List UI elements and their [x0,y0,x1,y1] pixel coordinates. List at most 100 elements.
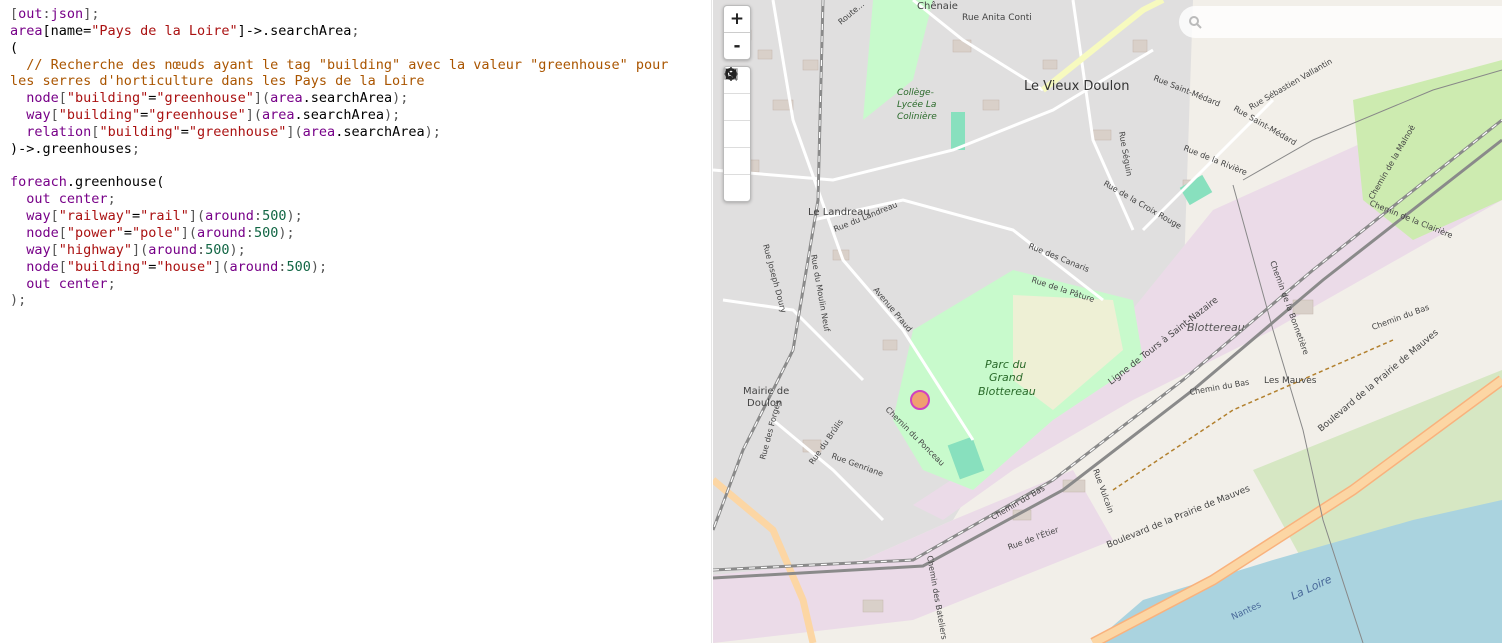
code-token: area [10,22,43,39]
code-token: ]( [213,258,230,275]
code-token: area [262,107,295,124]
map-view[interactable]: Chênaie Rue Anita Conti Collège- Lycée L… [713,0,1502,643]
code-token: )->.greenhouses [10,140,132,157]
code-token: json [50,6,84,22]
code-token: [ [58,258,67,275]
code-token: ); [310,258,328,275]
code-line: way["railway"="rail"](around:500); [10,208,700,225]
code-token: node [26,224,59,241]
label-mairie-1: Mairie de [743,386,789,397]
label-college-2: Lycée La [897,99,936,110]
code-token: center [58,191,108,208]
code-token: out [26,275,51,292]
code-token: "building" [66,258,149,275]
code-token: : [197,241,206,258]
code-line: node["building"="house"](around:500); [10,259,700,276]
code-token: "building" [99,123,181,140]
label-les-mauves: Les Mauves [1264,376,1317,386]
code-token: "house" [156,258,214,275]
code-line: area[name="Pays de la Loire"]->.searchAr… [10,23,700,40]
code-token: "greenhouse" [188,123,287,140]
code-token: [ [10,6,19,22]
code-token: ]( [188,208,206,225]
code-token: ); [286,208,303,225]
first-result-button[interactable] [724,69,750,174]
label-rue-anita-conti: Rue Anita Conti [962,13,1032,23]
code-line: ( [10,40,700,57]
code-token: .searchArea [294,107,384,124]
map-canvas[interactable]: Chênaie Rue Anita Conti Collège- Lycée L… [713,0,1502,643]
code-token: ]( [131,241,149,258]
locate-button[interactable] [724,67,750,120]
code-token: center [58,275,108,292]
code-token: "power" [66,224,124,241]
code-token: ]( [245,107,263,124]
code-line: node["building"="greenhouse"](area.searc… [10,90,700,107]
code-token: ]; [83,6,100,22]
code-line: out center; [10,191,700,208]
code-token: .searchArea [302,90,393,107]
code-token: [name= [42,22,92,39]
zoom-in-button[interactable]: + [724,6,750,32]
code-token: 500 [286,258,311,275]
code-token: = [131,208,141,225]
clear-button[interactable] [724,68,750,201]
code-token: way [26,208,51,225]
code-token: ; [351,22,360,39]
layers-button[interactable] [724,68,750,147]
code-token: ]( [253,90,271,107]
code-token: ( [10,39,19,56]
code-token: ]->.searchArea [237,22,352,39]
code-token: "railway" [58,208,132,225]
code-token: node [26,258,59,275]
code-token: ); [392,90,409,107]
code-area[interactable]: [out:json]; area[name="Pays de la Loire"]… [0,0,700,309]
code-token: "pole" [131,224,181,241]
code-token: area [270,90,303,107]
code-token: ; [131,140,141,157]
code-token: 500 [253,224,279,241]
sports-pitch [951,112,965,150]
label-college-3: Colinière [897,111,937,122]
code-line: foreach.greenhouse( [10,174,700,191]
code-token: ); [10,292,27,309]
code-token: [ [50,107,59,124]
code-token: area [302,123,336,140]
ban-icon [725,68,737,80]
code-token: "Pays de la Loire" [91,22,238,39]
map-search-input[interactable] [1209,8,1493,36]
code-token: ; [107,275,116,292]
code-token: = [180,123,189,140]
code-token: : [42,6,51,22]
code-token: foreach [10,174,67,191]
code-token: "building" [58,107,141,124]
code-token: "rail" [140,208,189,225]
code-token: around [229,258,279,275]
code-token: way [26,241,51,258]
code-line: way["highway"](around:500); [10,242,700,259]
code-token: ); [424,123,441,140]
code-line: ); [10,292,700,309]
code-token: ]( [180,224,198,241]
label-parc-2: Grand [989,371,1024,384]
map-toolbar [723,66,751,202]
result-marker[interactable] [910,390,930,410]
code-line: node["power"="pole"](around:500); [10,225,700,242]
code-line: out center; [10,276,700,293]
query-editor[interactable]: [out:json]; area[name="Pays de la Loire"]… [0,0,712,643]
zoom-out-button[interactable]: - [724,32,750,59]
code-line: way["building"="greenhouse"](area.search… [10,107,700,124]
label-college-1: Collège- [897,87,934,98]
code-token: = [140,107,149,124]
code-token: [ [58,90,67,107]
code-token: ]( [286,123,303,140]
